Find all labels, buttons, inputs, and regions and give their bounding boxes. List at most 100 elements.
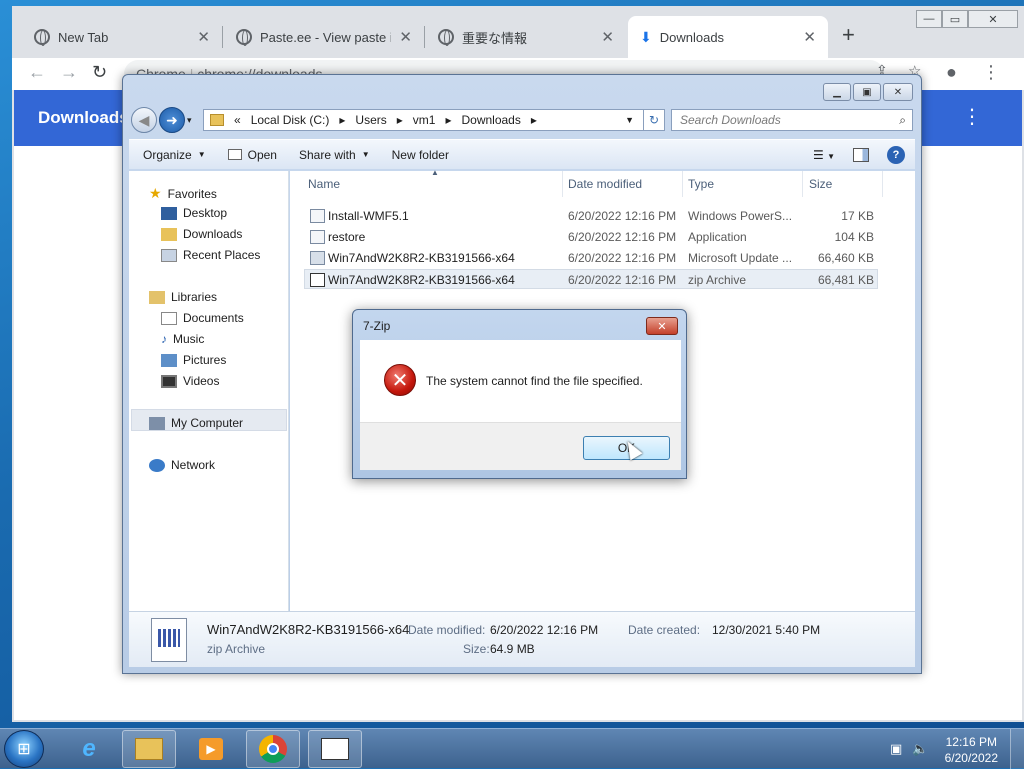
details-pane: Win7AndW2K8R2-KB3191566-x64 zip Archive … xyxy=(129,611,915,667)
globe-icon xyxy=(236,29,252,46)
nav-my-computer[interactable]: My Computer xyxy=(149,416,243,430)
nav-favorites[interactable]: ★ Favorites xyxy=(149,185,217,202)
videos-icon xyxy=(161,374,177,388)
forward-button[interactable]: ➜ xyxy=(159,107,185,133)
search-input[interactable]: Search Downloads ⌕ xyxy=(671,109,913,131)
close-icon[interactable]: ✕ xyxy=(803,28,816,46)
tab-important-info[interactable]: 重要な情報 ✕ xyxy=(426,16,626,58)
clock[interactable]: 12:16 PM 6/20/2022 xyxy=(945,734,998,766)
address-breadcrumb[interactable]: « Local Disk (C:) ▸ Users ▸ vm1 ▸ Downloads… xyxy=(203,109,665,131)
tab-title: New Tab xyxy=(58,29,109,45)
minimize-button[interactable]: — xyxy=(916,10,942,28)
file-row[interactable]: Win7AndW2K8R2-KB3191566-x64 6/20/2022 12… xyxy=(304,248,878,268)
minimize-button[interactable]: ▁ xyxy=(823,83,851,101)
network-tray-icon[interactable]: ▣ xyxy=(890,741,902,757)
file-row-selected[interactable]: Win7AndW2K8R2-KB3191566-x64 6/20/2022 12… xyxy=(304,269,878,289)
computer-icon xyxy=(149,416,165,430)
reload-icon[interactable]: ↻ xyxy=(92,62,107,83)
column-name[interactable]: Name xyxy=(308,177,340,191)
error-icon: ✕ xyxy=(384,364,416,396)
nav-arrows: ◀ ➜ ▾ xyxy=(131,107,192,133)
close-button[interactable]: ✕ xyxy=(968,10,1018,28)
tab-downloads[interactable]: ⬇ Downloads ✕ xyxy=(628,16,828,58)
zip-archive-icon xyxy=(151,618,187,662)
maximize-button[interactable]: ▭ xyxy=(942,10,968,28)
nav-music[interactable]: ♪ Music xyxy=(161,332,204,346)
close-icon[interactable]: ✕ xyxy=(399,28,412,46)
close-button[interactable]: ✕ xyxy=(646,317,678,335)
tab-new-tab[interactable]: New Tab ✕ xyxy=(22,16,223,58)
menu-icon[interactable]: ⋮ xyxy=(982,62,1000,83)
page-title: Downloads xyxy=(38,108,129,127)
nav-network[interactable]: Network xyxy=(149,458,215,472)
open-icon xyxy=(227,149,242,160)
back-icon[interactable]: ← xyxy=(28,62,46,83)
volume-icon[interactable]: 🔈 xyxy=(912,741,928,757)
column-size[interactable]: Size xyxy=(809,177,832,191)
column-type[interactable]: Type xyxy=(688,177,714,191)
download-icon: ⬇ xyxy=(640,28,652,45)
forward-icon[interactable]: → xyxy=(60,62,78,83)
breadcrumb-item[interactable]: Downloads xyxy=(461,113,520,127)
breadcrumb-item[interactable]: vm1 xyxy=(413,113,436,127)
search-icon: ⌕ xyxy=(899,113,906,127)
start-button[interactable]: ⊞ xyxy=(4,730,44,768)
clock-date: 6/20/2022 xyxy=(944,751,998,765)
column-date-modified[interactable]: Date modified xyxy=(568,177,642,191)
ie-icon[interactable]: e xyxy=(62,730,116,768)
file-row[interactable]: restore 6/20/2022 12:16 PM Application 1… xyxy=(304,227,878,247)
open-button[interactable]: Open xyxy=(227,148,277,162)
dialog-body: ✕ The system cannot find the file specif… xyxy=(360,340,681,422)
file-row[interactable]: Install-WMF5.1 6/20/2022 12:16 PM Window… xyxy=(304,206,878,226)
new-tab-button[interactable]: + xyxy=(842,22,855,48)
tab-strip: New Tab ✕ Paste.ee - View paste ihXk ✕ 重… xyxy=(12,6,1024,58)
detail-type: zip Archive xyxy=(207,642,266,656)
folder-icon xyxy=(210,114,224,126)
libraries-icon xyxy=(149,290,165,304)
taskbar: ⊞ e ▶ ▣ 🔈 12:16 PM 6/20/2022 xyxy=(0,728,1024,769)
downloads-folder-icon xyxy=(161,227,177,241)
share-with-button[interactable]: Share with ▼ xyxy=(299,148,370,162)
show-desktop-button[interactable] xyxy=(1010,729,1024,769)
chrome-icon[interactable] xyxy=(246,730,300,768)
nav-videos[interactable]: Videos xyxy=(161,374,219,388)
tab-title: 重要な情報 xyxy=(462,30,528,46)
dialog-title: 7-Zip xyxy=(363,319,391,333)
new-folder-button[interactable]: New folder xyxy=(392,148,449,162)
chevron-down-icon[interactable]: ▼ xyxy=(625,115,634,125)
breadcrumb-item[interactable]: Users xyxy=(355,113,386,127)
media-player-icon[interactable]: ▶ xyxy=(184,730,238,768)
close-button[interactable]: ✕ xyxy=(883,83,913,101)
tab-paste[interactable]: Paste.ee - View paste ihXk ✕ xyxy=(224,16,425,58)
globe-icon xyxy=(438,29,454,46)
nav-pictures[interactable]: Pictures xyxy=(161,353,226,367)
breadcrumb-item[interactable]: Local Disk (C:) xyxy=(251,113,330,127)
organize-button[interactable]: Organize ▼ xyxy=(143,148,206,162)
command-bar: Organize ▼ Open Share with ▼ New folder … xyxy=(129,139,915,169)
nav-libraries[interactable]: Libraries xyxy=(149,290,217,304)
profile-icon[interactable]: ● xyxy=(946,62,957,83)
explorer-icon[interactable] xyxy=(122,730,176,768)
detail-created: 12/30/2021 5:40 PM xyxy=(712,623,821,637)
nav-desktop[interactable]: Desktop xyxy=(161,206,227,220)
nav-downloads[interactable]: Downloads xyxy=(161,227,242,241)
desktop-icon xyxy=(161,206,177,220)
clock-time: 12:16 PM xyxy=(945,735,997,749)
refresh-icon[interactable]: ↻ xyxy=(643,109,665,131)
more-icon[interactable]: ⋮ xyxy=(962,104,982,129)
music-icon: ♪ xyxy=(161,332,167,346)
recent-pages-icon[interactable]: ▾ xyxy=(187,115,192,126)
nav-documents[interactable]: Documents xyxy=(161,311,244,325)
star-icon: ★ xyxy=(149,185,162,201)
preview-pane-icon[interactable] xyxy=(853,148,869,162)
back-button[interactable]: ◀ xyxy=(131,107,157,133)
detail-name: Win7AndW2K8R2-KB3191566-x64 xyxy=(207,622,410,637)
close-icon[interactable]: ✕ xyxy=(197,28,210,46)
view-options-icon[interactable]: ☰ ▼ xyxy=(813,148,835,162)
maximize-button[interactable]: ▣ xyxy=(853,83,881,101)
help-icon[interactable]: ? xyxy=(887,146,905,164)
nav-recent-places[interactable]: Recent Places xyxy=(161,248,260,262)
7zip-icon[interactable] xyxy=(308,730,362,768)
close-icon[interactable]: ✕ xyxy=(601,28,614,46)
system-tray: ▣ 🔈 12:16 PM 6/20/2022 xyxy=(884,729,1024,769)
